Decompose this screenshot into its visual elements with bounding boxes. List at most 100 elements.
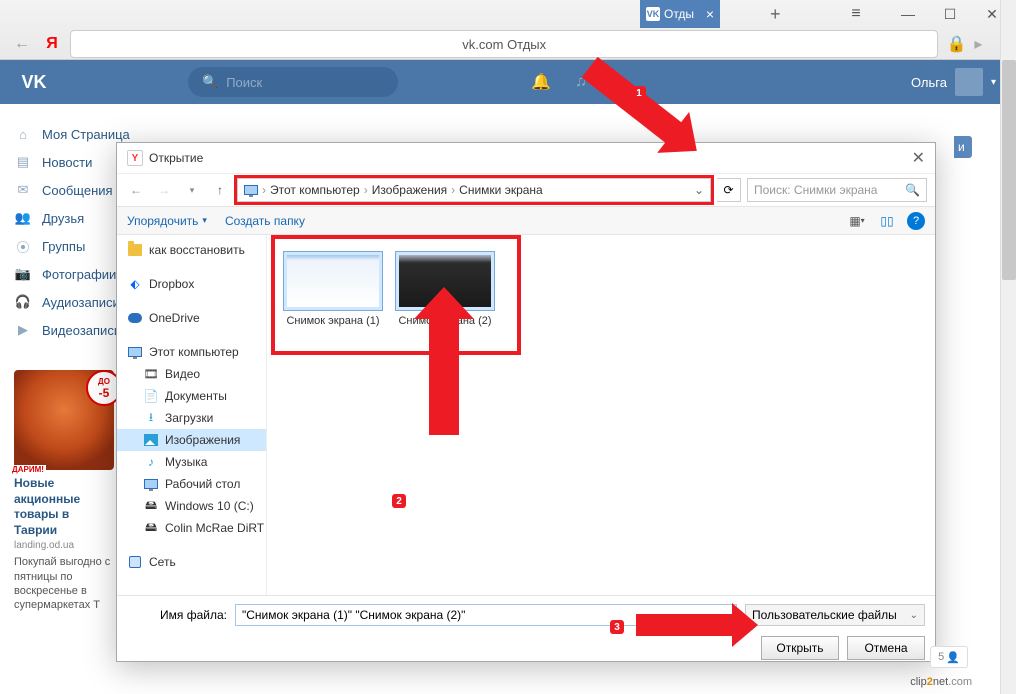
breadcrumb-segment[interactable]: Этот компьютер [270,183,360,197]
new-tab-button[interactable]: + [770,4,781,25]
dialog-search-input[interactable]: Поиск: Снимки экрана 🔍 [747,178,927,202]
address-bar[interactable]: vk.com Отдых [70,30,938,58]
preview-pane-button[interactable]: ▯▯ [877,211,897,231]
tree-label: Изображения [165,433,240,447]
annotation-badge-2: 2 [392,494,406,508]
person-icon: 👤 [946,651,960,664]
chevron-down-icon: ▾ [202,215,207,226]
messages-icon: ✉ [14,181,32,199]
tree-node-drive-game[interactable]: 🖴 Colin McRae DiRT [117,517,266,539]
audio-icon: 🎧 [14,293,32,311]
open-button[interactable]: Открыть [761,636,839,660]
vk-header: VK 🔍 Поиск 🔔 ♫ Ольга ▾ [0,60,1016,104]
sidebar-item-label: Новости [42,155,92,170]
chevron-down-icon: ▾ [991,77,996,88]
new-folder-button[interactable]: Создать папку [225,214,305,228]
tab-close-icon[interactable]: × [706,6,714,22]
window-maximize-button[interactable]: ☐ [930,2,970,26]
browser-tab-active[interactable]: VK Отды × [640,0,720,28]
address-expand-icon[interactable]: ▸ [974,34,982,54]
tree-node-drive-c[interactable]: 🖴Windows 10 (C:) [117,495,266,517]
tree-node-network[interactable]: Сеть [117,551,266,573]
refresh-button[interactable]: ⟳ [717,178,741,202]
chevron-right-icon: › [451,183,455,197]
vk-search-input[interactable]: 🔍 Поиск [188,67,398,97]
dialog-title: Открытие [149,151,203,165]
breadcrumb[interactable]: › Этот компьютер › Изображения › Снимки … [237,178,711,202]
downloads-folder-icon: ⭳ [143,410,159,426]
tree-node-pictures[interactable]: Изображения [117,429,266,451]
breadcrumb-dropdown-icon[interactable]: ⌄ [694,183,704,197]
ad-block[interactable]: ДО -5 ДАРИМ! Новые акционные товары в Та… [14,370,114,613]
view-mode-button[interactable]: ▦ ▾ [847,211,867,231]
sidebar-item-label: Видеозаписи [42,323,121,338]
this-pc-icon [244,185,258,195]
help-icon[interactable]: ? [907,212,925,230]
nav-forward-icon[interactable]: → [153,179,175,201]
tab-favicon: VK [646,7,660,21]
followers-badge[interactable]: 5 👤 [930,646,968,668]
nav-history-icon[interactable]: ▾ [181,179,203,201]
drive-icon: 🖴 [143,520,159,536]
annotation-badge-3: 3 [610,620,624,634]
ad-description: Покупай выгодно с пятницы по воскресенье… [14,555,114,612]
filetype-filter-dropdown[interactable]: Пользовательские файлы ⌄ [745,604,925,626]
tree-node-folder[interactable]: как восстановить [117,239,266,261]
network-icon [127,554,143,570]
folder-tree[interactable]: как восстановить ⬖Dropbox OneDrive Этот … [117,235,267,595]
friends-icon: 👥 [14,209,32,227]
dialog-close-button[interactable]: ✕ [912,148,925,168]
vk-user-menu[interactable]: Ольга ▾ [911,68,996,96]
vk-button-peek[interactable]: и [954,136,972,158]
dialog-app-icon: Y [127,150,143,166]
desktop-folder-icon [143,476,159,492]
page-vertical-scrollbar[interactable] [1000,0,1016,694]
chevron-right-icon: › [262,183,266,197]
dialog-footer: Имя файла: "Снимок экрана (1)" "Снимок э… [117,595,935,668]
tree-label: как восстановить [149,243,245,257]
tree-label: Colin McRae DiRT [165,521,264,535]
yandex-logo-icon[interactable]: Я [42,34,62,54]
window-minimize-button[interactable]: — [888,2,928,26]
filter-label: Пользовательские файлы [752,608,897,622]
tree-node-onedrive[interactable]: OneDrive [117,307,266,329]
news-icon: ▤ [14,153,32,171]
annotation-arrow-2 [429,315,459,435]
tree-node-downloads[interactable]: ⭳Загрузки [117,407,266,429]
organize-dropdown[interactable]: Упорядочить ▾ [127,214,207,228]
tree-node-music[interactable]: ♪Музыка [117,451,266,473]
vk-logo-icon[interactable]: VK [20,68,48,96]
tree-node-this-pc[interactable]: Этот компьютер [117,341,266,363]
vk-username: Ольга [911,75,947,90]
annotation-badge-1: 1 [632,86,646,100]
ad-badge-top: ДО [98,377,110,386]
chevron-right-icon: › [364,183,368,197]
nav-up-icon[interactable]: ↑ [209,179,231,201]
tab-title: Отды [664,7,694,21]
notifications-icon[interactable]: 🔔 [531,72,551,92]
nav-back-button[interactable]: ← [10,35,34,53]
tree-label: Windows 10 (C:) [165,499,254,513]
sidebar-item-label: Сообщения [42,183,113,198]
breadcrumb-segment[interactable]: Снимки экрана [459,183,543,197]
tree-label: Видео [165,367,200,381]
nav-back-icon[interactable]: ← [125,179,147,201]
scrollbar-thumb[interactable] [1002,60,1016,280]
breadcrumb-segment[interactable]: Изображения [372,183,447,197]
tree-node-videos[interactable]: 🎞Видео [117,363,266,385]
tree-label: Dropbox [149,277,194,291]
camera-icon: 📷 [14,265,32,283]
sidebar-item-label: Группы [42,239,85,254]
file-list-area[interactable]: Снимок экрана (1) Снимок экрана (2) [267,235,935,595]
tree-node-documents[interactable]: 📄Документы [117,385,266,407]
organize-label: Упорядочить [127,214,198,228]
browser-menu-button[interactable]: ≡ [836,2,876,26]
tree-label: Сеть [149,555,176,569]
tree-node-desktop[interactable]: Рабочий стол [117,473,266,495]
followers-count: 5 [938,651,944,663]
ad-image: ДО -5 ДАРИМ! [14,370,114,470]
bookmark-icon[interactable]: 🔒 [946,34,966,54]
browser-chrome: VK Отды × + ≡ — ☐ ✕ ← Я vk.com Отдых 🔒 ▸… [0,0,1016,60]
tree-node-dropbox[interactable]: ⬖Dropbox [117,273,266,295]
cancel-button[interactable]: Отмена [847,636,925,660]
